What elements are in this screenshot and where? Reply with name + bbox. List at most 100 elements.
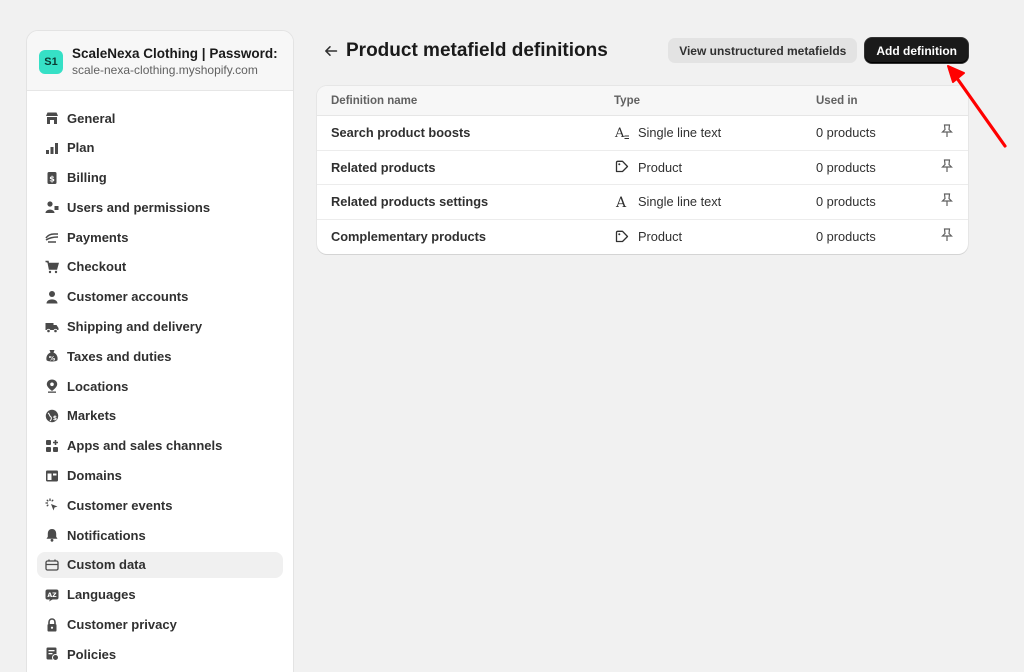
- store-url: scale-nexa-clothing.myshopify.com: [72, 63, 258, 77]
- svg-text:A: A: [614, 126, 625, 141]
- domains-icon: [45, 469, 59, 483]
- product-tag-icon: [614, 159, 630, 175]
- settings-sidebar: S1 ScaleNexa Clothing | Password: 1 scal…: [26, 30, 294, 672]
- lock-icon: [45, 617, 59, 632]
- policy-icon: [45, 647, 59, 662]
- page-header: Product metafield definitions View unstr…: [322, 38, 968, 64]
- sidebar-item-label: Languages: [67, 587, 136, 603]
- sidebar-item-custom-data[interactable]: Custom data: [37, 551, 283, 578]
- language-icon: AZ: [45, 588, 59, 602]
- custom-data-icon: [45, 558, 59, 572]
- store-icon: [45, 111, 59, 125]
- sidebar-item-languages[interactable]: AZ Languages: [37, 582, 283, 608]
- column-header-definition-name: Definition name: [331, 94, 418, 107]
- sidebar-item-label: Billing: [67, 170, 107, 186]
- column-header-used-in: Used in: [816, 94, 858, 107]
- sidebar-item-label: Customer accounts: [67, 289, 189, 305]
- globe-icon: $: [45, 409, 59, 423]
- sidebar-item-label: Shipping and delivery: [67, 319, 203, 335]
- table-row[interactable]: Search product boosts A Single line text…: [317, 116, 968, 151]
- sidebar-item-locations[interactable]: Locations: [37, 373, 283, 399]
- column-header-type: Type: [614, 94, 640, 107]
- person-icon: [45, 290, 59, 304]
- users-icon: [45, 200, 59, 214]
- definition-type: Single line text: [638, 194, 722, 210]
- text-icon: A: [614, 194, 630, 210]
- definition-type: Product: [638, 159, 683, 175]
- definition-used-in: 0 products: [816, 194, 876, 210]
- sidebar-item-checkout[interactable]: Checkout: [37, 254, 283, 280]
- apps-icon: [45, 439, 59, 453]
- sidebar-item-shipping[interactable]: Shipping and delivery: [37, 314, 283, 340]
- sidebar-item-label: Custom data: [67, 557, 146, 573]
- definition-used-in: 0 products: [816, 125, 876, 141]
- pin-icon[interactable]: [941, 193, 953, 210]
- sidebar-item-taxes[interactable]: % Taxes and duties: [37, 343, 283, 369]
- pin-icon[interactable]: [941, 159, 953, 176]
- table-row[interactable]: Related products settings A Single line …: [317, 185, 968, 220]
- sidebar-item-label: Domains: [67, 468, 122, 484]
- back-arrow-icon[interactable]: [322, 42, 340, 60]
- sidebar-item-label: Notifications: [67, 527, 146, 543]
- table-row[interactable]: Complementary products Product 0 product…: [317, 220, 968, 255]
- sidebar-item-label: General: [67, 110, 116, 126]
- sidebar-item-label: Payments: [67, 229, 129, 245]
- sidebar-item-label: Locations: [67, 378, 129, 394]
- sidebar-item-label: Policies: [67, 646, 117, 662]
- pin-icon[interactable]: [941, 228, 953, 245]
- view-unstructured-metafields-button[interactable]: View unstructured metafields: [668, 38, 858, 63]
- bell-icon: [45, 528, 59, 542]
- store-name: ScaleNexa Clothing | Password: 1: [72, 46, 281, 61]
- sidebar-item-policies[interactable]: Policies: [37, 641, 283, 667]
- sidebar-item-label: Taxes and duties: [67, 348, 172, 364]
- definition-used-in: 0 products: [816, 229, 876, 245]
- sidebar-item-apps[interactable]: Apps and sales channels: [37, 433, 283, 459]
- settings-nav: General Plan $ Billing Users and permiss…: [27, 91, 293, 667]
- svg-text:$: $: [53, 415, 57, 422]
- sidebar-item-customer-accounts[interactable]: Customer accounts: [37, 284, 283, 310]
- svg-text:A: A: [615, 195, 627, 210]
- sidebar-item-payments[interactable]: Payments: [37, 224, 283, 250]
- sidebar-item-label: Checkout: [67, 259, 127, 275]
- svg-text:AZ: AZ: [47, 592, 57, 599]
- table-header: Definition name Type Used in: [317, 86, 968, 116]
- definition-name: Related products: [331, 159, 436, 175]
- billing-icon: $: [45, 171, 59, 185]
- sidebar-item-users[interactable]: Users and permissions: [37, 194, 283, 220]
- sidebar-item-customer-privacy[interactable]: Customer privacy: [37, 612, 283, 638]
- plan-icon: [45, 141, 59, 155]
- definition-name: Complementary products: [331, 229, 487, 245]
- store-avatar: S1: [39, 49, 63, 74]
- payments-icon: [45, 230, 59, 244]
- definition-name: Search product boosts: [331, 125, 471, 141]
- svg-text:%: %: [49, 355, 56, 363]
- sidebar-item-label: Users and permissions: [67, 199, 211, 215]
- sidebar-item-customer-events[interactable]: Customer events: [37, 492, 283, 518]
- sidebar-item-plan[interactable]: Plan: [37, 135, 283, 161]
- svg-text:$: $: [49, 174, 55, 183]
- definition-type: Single line text: [638, 125, 722, 141]
- sidebar-item-domains[interactable]: Domains: [37, 463, 283, 489]
- cart-icon: [45, 260, 59, 274]
- definitions-table: Definition name Type Used in Search prod…: [317, 86, 968, 254]
- store-switcher[interactable]: S1 ScaleNexa Clothing | Password: 1 scal…: [27, 31, 293, 91]
- tax-icon: %: [45, 349, 59, 363]
- definition-used-in: 0 products: [816, 159, 876, 175]
- text-list-icon: A: [614, 125, 630, 141]
- truck-icon: [45, 320, 59, 334]
- annotation-arrow-icon: [947, 65, 1007, 148]
- sidebar-item-markets[interactable]: $ Markets: [37, 403, 283, 429]
- sidebar-item-label: Plan: [67, 140, 95, 156]
- cursor-icon: [45, 498, 59, 512]
- sidebar-item-billing[interactable]: $ Billing: [37, 165, 283, 191]
- sidebar-item-label: Customer events: [67, 497, 173, 513]
- table-row[interactable]: Related products Product 0 products: [317, 151, 968, 185]
- sidebar-item-label: Apps and sales channels: [67, 438, 223, 454]
- sidebar-item-label: Customer privacy: [67, 617, 177, 633]
- sidebar-item-notifications[interactable]: Notifications: [37, 522, 283, 548]
- sidebar-item-general[interactable]: General: [37, 105, 283, 131]
- sidebar-item-label: Markets: [67, 408, 117, 424]
- definition-name: Related products settings: [331, 194, 489, 210]
- product-tag-icon: [614, 229, 630, 245]
- page-title: Product metafield definitions: [346, 40, 608, 61]
